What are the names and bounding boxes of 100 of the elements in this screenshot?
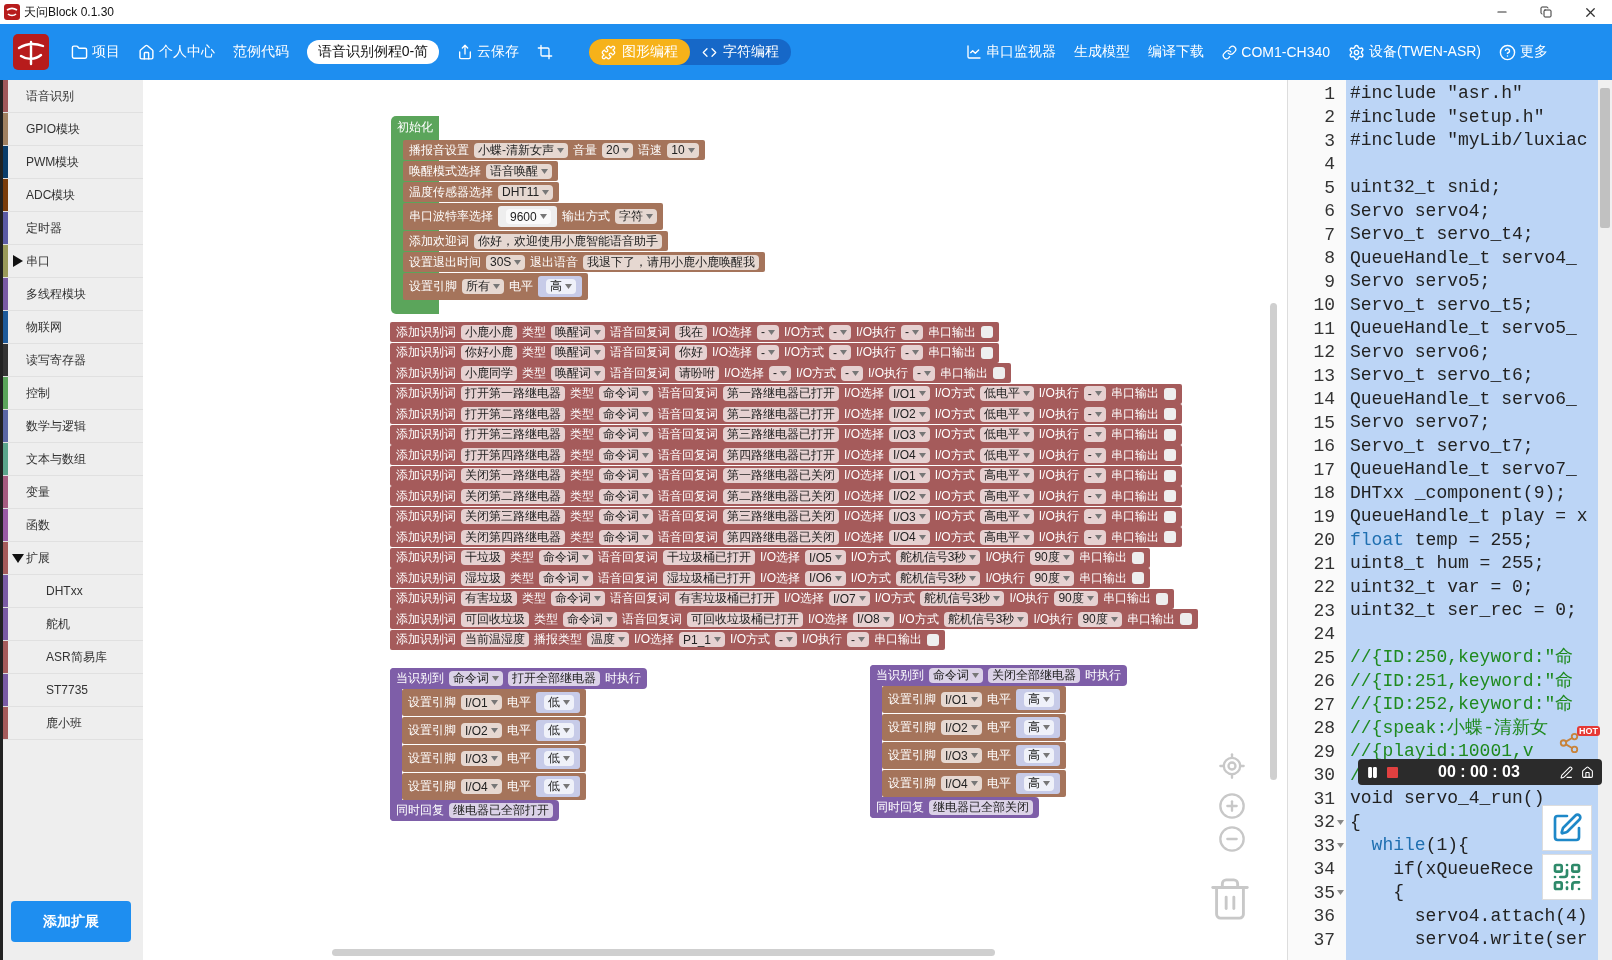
checkbox[interactable] <box>1163 531 1176 543</box>
text-field[interactable]: 请吩咐 <box>675 365 719 381</box>
dropdown-field[interactable]: 语音唤醒 <box>486 163 552 179</box>
dropdown-field[interactable]: 90度 <box>1030 550 1074 565</box>
dropdown-field[interactable]: I/O4 <box>889 447 930 463</box>
dropdown-field[interactable]: 命令词 <box>929 668 983 683</box>
value-block[interactable]: 低 <box>535 748 580 769</box>
text-field[interactable]: 打开第一路继电器 <box>461 386 565 401</box>
dropdown-field[interactable]: 舵机信号3秒 <box>895 550 981 565</box>
dropdown-field[interactable]: - <box>1083 509 1106 524</box>
text-field[interactable]: 你好，欢迎使用小鹿智能语音助手 <box>474 233 662 249</box>
text-field[interactable]: 我在 <box>675 324 707 340</box>
text-field[interactable]: 干垃圾 <box>461 550 505 565</box>
checkbox[interactable] <box>1131 572 1144 584</box>
dropdown-field[interactable]: I/O1 <box>461 695 502 710</box>
dropdown-field[interactable]: 低 <box>543 779 574 794</box>
event-block[interactable]: 当识别到 命令词 关闭全部继电器 时执行 设置引脚 I/O1 电平 高 设置引脚 I/O2 电平 高 设置引脚 I/O3 电平 高 设置引脚 I/O4 电平 高 同时回复 继电器已全部关闭 <box>870 665 1127 818</box>
word-block[interactable]: 添加识别词 关闭第二路继电器 类型 命令词 语音回复词 第二路继电器已关闭 I/O选择 I/O2 I/O方式 高电平 I/O执行 - 串口输出 <box>390 486 1182 506</box>
checkbox[interactable] <box>1163 387 1176 400</box>
dropdown-field[interactable]: I/O3 <box>941 748 982 763</box>
checkbox[interactable] <box>927 633 940 646</box>
checkbox[interactable] <box>1179 613 1192 625</box>
dropdown-field[interactable]: I/O4 <box>461 779 502 794</box>
statement-block[interactable]: 设置退出时间 30S 退出语音 我退下了，请用小鹿小鹿唤醒我 <box>403 252 766 272</box>
dropdown-field[interactable]: 命令词 <box>563 611 617 627</box>
text-field[interactable]: 关闭第三路继电器 <box>461 509 565 524</box>
value-block[interactable]: 9600 <box>498 206 557 227</box>
fold-icon[interactable] <box>1337 843 1344 849</box>
dropdown-field[interactable]: 命令词 <box>599 529 653 545</box>
text-field[interactable]: 可回收垃圾 <box>461 611 529 627</box>
text-field[interactable]: 打开第四路继电器 <box>461 447 565 463</box>
text-field[interactable]: 小鹿同学 <box>461 365 517 381</box>
text-field[interactable]: 湿垃圾 <box>461 570 505 586</box>
block-footer[interactable]: 同时回复 继电器已全部关闭 <box>870 797 1039 818</box>
dropdown-field[interactable]: I/O2 <box>461 723 502 738</box>
pen-icon[interactable] <box>1560 765 1573 779</box>
text-field[interactable]: 关闭第一路继电器 <box>461 468 565 483</box>
dropdown-field[interactable]: 小蝶-清新女声 <box>474 142 568 158</box>
dropdown-field[interactable]: - <box>841 365 864 381</box>
statement-block[interactable]: 设置引脚 I/O3 电平 高 <box>882 742 1066 769</box>
dropdown-field[interactable]: 90度 <box>1078 611 1122 627</box>
word-block[interactable]: 添加识别词 你好小鹿 类型 唤醒词 语音回复词 你好 I/O选择 - I/O方式 - I/O执行 - 串口输出 <box>390 342 1000 363</box>
dropdown-field[interactable]: 命令词 <box>599 386 653 401</box>
dropdown-field[interactable]: 命令词 <box>551 591 605 606</box>
dropdown-field[interactable]: - <box>829 345 852 360</box>
block-header[interactable]: 当识别到 命令词 关闭全部继电器 时执行 <box>870 665 1127 686</box>
word-block[interactable]: 添加识别词 湿垃圾 类型 命令词 语音回复词 湿垃圾桶已打开 I/O选择 I/O6 I/O方式 舵机信号3秒 I/O执行 90度 串口输出 <box>390 568 1150 588</box>
dropdown-field[interactable]: 命令词 <box>599 406 653 422</box>
dropdown-field[interactable]: 30S <box>486 254 526 270</box>
statement-block[interactable]: 设置引脚 I/O2 电平 低 <box>402 717 586 744</box>
dropdown-field[interactable]: 高 <box>1023 720 1054 735</box>
qr-code-button[interactable] <box>1542 854 1592 900</box>
dropdown-field[interactable]: 舵机信号3秒 <box>943 611 1029 627</box>
dropdown-field[interactable]: - <box>913 365 936 381</box>
word-block[interactable]: 添加识别词 关闭第一路继电器 类型 命令词 语音回复词 第一路继电器已关闭 I/O选择 I/O1 I/O方式 高电平 I/O执行 - 串口输出 <box>390 465 1182 486</box>
statement-block[interactable]: 设置引脚 I/O1 电平 低 <box>402 689 586 716</box>
word-block[interactable]: 添加识别词 有害垃圾 类型 命令词 语音回复词 有害垃圾桶已打开 I/O选择 I/O7 I/O方式 舵机信号3秒 I/O执行 90度 串口输出 <box>390 588 1174 609</box>
text-field[interactable]: 关闭第四路继电器 <box>461 529 565 545</box>
checkbox[interactable] <box>1131 551 1144 564</box>
dropdown-field[interactable]: I/O3 <box>889 427 930 442</box>
statement-block[interactable]: 设置引脚 I/O1 电平 高 <box>882 686 1066 713</box>
vertical-scrollbar[interactable] <box>1270 303 1277 780</box>
dropdown-field[interactable]: 低电平 <box>979 427 1034 442</box>
dropdown-field[interactable]: 唤醒词 <box>551 324 605 340</box>
dropdown-field[interactable]: 命令词 <box>599 488 653 504</box>
dropdown-field[interactable]: - <box>1083 427 1106 442</box>
dropdown-field[interactable]: I/O2 <box>889 488 930 504</box>
dropdown-field[interactable]: I/O4 <box>941 776 982 791</box>
stop-icon[interactable] <box>1387 766 1398 778</box>
checkbox[interactable] <box>1163 408 1176 420</box>
dropdown-field[interactable]: I/O2 <box>941 720 982 735</box>
checkbox[interactable] <box>1155 592 1168 605</box>
checkbox[interactable] <box>1163 490 1176 502</box>
dropdown-field[interactable]: I/O3 <box>461 751 502 766</box>
dropdown-field[interactable]: 命令词 <box>449 671 503 686</box>
statement-block[interactable]: 温度传感器选择 DHT11 <box>403 182 560 202</box>
dropdown-field[interactable]: I/O1 <box>889 386 930 401</box>
text-field[interactable]: 有害垃圾桶已打开 <box>675 591 779 606</box>
value-block[interactable]: 高 <box>1015 717 1060 738</box>
text-field[interactable]: 湿垃圾桶已打开 <box>663 570 755 586</box>
home-icon[interactable] <box>1581 765 1594 779</box>
dropdown-field[interactable]: 唤醒词 <box>551 365 605 381</box>
dropdown-field[interactable]: - <box>1083 447 1106 463</box>
dropdown-field[interactable]: 命令词 <box>599 427 653 442</box>
dropdown-field[interactable]: - <box>847 632 870 647</box>
dropdown-field[interactable]: I/O2 <box>889 406 930 422</box>
dropdown-field[interactable]: 高 <box>546 279 576 294</box>
text-field[interactable]: 有害垃圾 <box>461 591 517 606</box>
dropdown-field[interactable]: I/O7 <box>829 591 870 606</box>
text-field[interactable]: 第三路继电器已打开 <box>723 427 839 442</box>
text-field[interactable]: 继电器已全部关闭 <box>929 800 1033 815</box>
notes-button[interactable] <box>1542 805 1592 851</box>
dropdown-field[interactable]: - <box>1083 386 1106 401</box>
word-block[interactable]: 添加识别词 当前温湿度 播报类型 温度 I/O选择 P1_1 I/O方式 - I/O执行 - 串口输出 <box>390 629 946 650</box>
statement-block[interactable]: 唤醒模式选择 语音唤醒 <box>403 161 558 181</box>
word-block[interactable]: 添加识别词 打开第一路继电器 类型 命令词 语音回复词 第一路继电器已打开 I/O选择 I/O1 I/O方式 低电平 I/O执行 - 串口输出 <box>390 383 1182 404</box>
fold-icon[interactable] <box>1337 890 1344 896</box>
word-block[interactable]: 添加识别词 关闭第四路继电器 类型 命令词 语音回复词 第四路继电器已关闭 I/O选择 I/O4 I/O方式 高电平 I/O执行 - 串口输出 <box>390 527 1182 547</box>
statement-block[interactable]: 设置引脚 I/O4 电平 低 <box>402 773 586 800</box>
dropdown-field[interactable]: - <box>1083 488 1106 504</box>
